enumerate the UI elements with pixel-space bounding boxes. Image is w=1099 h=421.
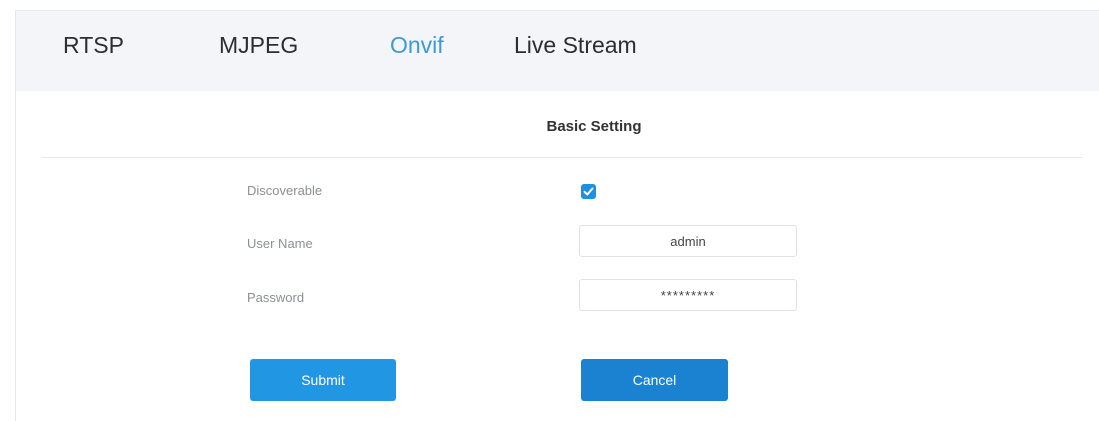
username-label: User Name — [247, 236, 313, 251]
password-label: Password — [247, 290, 305, 305]
page: RTSP MJPEG Onvif Live Stream Basic Setti… — [0, 0, 1099, 421]
username-input[interactable] — [579, 225, 797, 257]
submit-button[interactable]: Submit — [250, 359, 396, 401]
password-input[interactable] — [579, 279, 797, 311]
discoverable-checkbox[interactable] — [581, 184, 596, 199]
section-title: Basic Setting — [546, 118, 642, 135]
tab-onvif[interactable]: Onvif — [390, 32, 444, 59]
discoverable-label: Discoverable — [247, 183, 323, 198]
settings-panel: RTSP MJPEG Onvif Live Stream Basic Setti… — [15, 10, 1099, 421]
cancel-button[interactable]: Cancel — [581, 359, 728, 401]
tab-bar: RTSP MJPEG Onvif Live Stream — [16, 11, 1099, 91]
section-divider — [41, 157, 1083, 158]
tab-mjpeg[interactable]: MJPEG — [219, 32, 298, 59]
tab-live-stream[interactable]: Live Stream — [514, 32, 637, 59]
check-icon — [583, 187, 594, 196]
tab-rtsp[interactable]: RTSP — [63, 32, 124, 59]
